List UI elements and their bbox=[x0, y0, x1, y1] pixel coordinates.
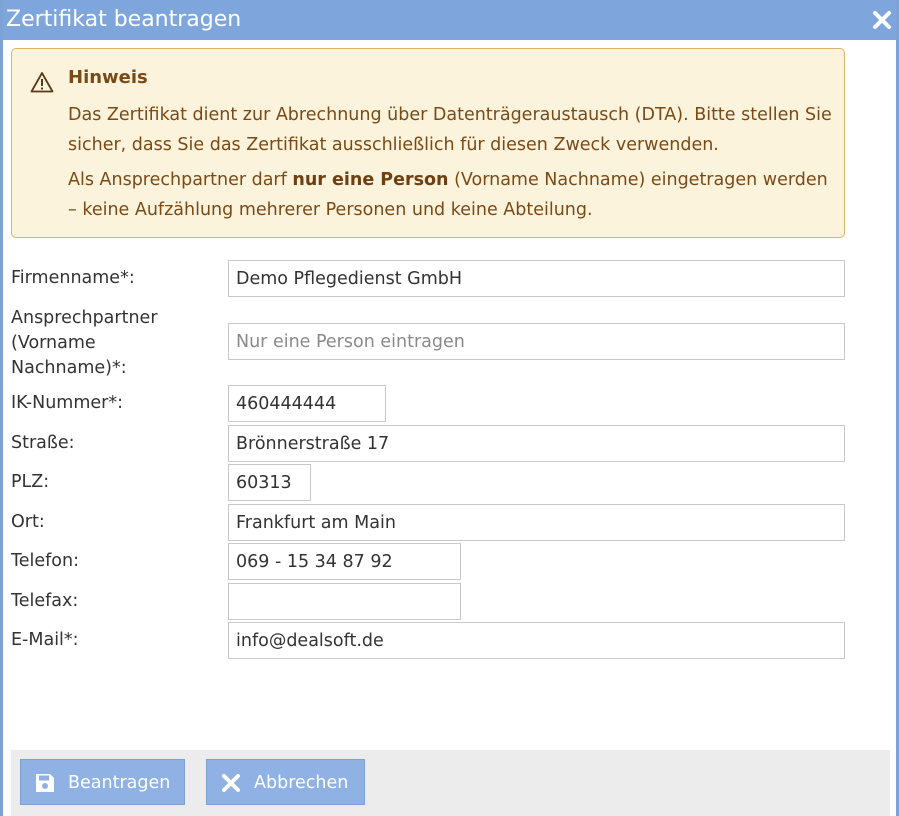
notice-paragraph-1: Das Zertifikat dient zur Abrechnung über… bbox=[68, 105, 832, 155]
ik-nummer-input[interactable] bbox=[228, 385, 386, 422]
plz-label: PLZ: bbox=[11, 472, 50, 492]
notice-text-part: Als Ansprechpartner darf bbox=[68, 170, 293, 190]
ik-nummer-label: IK-Nummer*: bbox=[11, 393, 123, 413]
dialog-footer: Beantragen Abbrechen bbox=[11, 750, 890, 816]
close-icon bbox=[220, 772, 242, 794]
certificate-dialog: Zertifikat beantragen Hinweis Das Zertif… bbox=[0, 0, 899, 816]
ansprechpartner-input[interactable] bbox=[228, 323, 845, 360]
submit-button[interactable]: Beantragen bbox=[20, 759, 185, 805]
notice-body: Das Zertifikat dient zur Abrechnung über… bbox=[68, 101, 838, 231]
telefax-input[interactable] bbox=[228, 583, 461, 620]
notice-heading: Hinweis bbox=[68, 67, 148, 88]
plz-input[interactable] bbox=[228, 464, 311, 501]
firmenname-label: Firmenname*: bbox=[11, 268, 135, 288]
cancel-button[interactable]: Abbrechen bbox=[206, 759, 365, 805]
save-icon bbox=[34, 772, 56, 794]
notice-box: Hinweis Das Zertifikat dient zur Abrechn… bbox=[11, 48, 845, 238]
notice-paragraph-2: Als Ansprechpartner darf nur eine Person… bbox=[68, 166, 838, 225]
firmenname-input[interactable] bbox=[228, 260, 845, 297]
dialog-title: Zertifikat beantragen bbox=[6, 7, 242, 32]
ansprechpartner-label: Ansprechpartner (Vorname Nachname)*: bbox=[11, 308, 158, 378]
telefon-label: Telefon: bbox=[11, 551, 79, 571]
ort-input[interactable] bbox=[228, 504, 845, 541]
warning-icon bbox=[30, 71, 54, 93]
email-label: E-Mail*: bbox=[11, 630, 79, 650]
strasse-input[interactable] bbox=[228, 425, 845, 462]
strasse-label: Straße: bbox=[11, 433, 75, 453]
dialog-titlebar: Zertifikat beantragen bbox=[3, 0, 896, 40]
cancel-label: Abbrechen bbox=[254, 773, 349, 793]
ort-label: Ort: bbox=[11, 512, 45, 532]
close-icon[interactable] bbox=[872, 10, 892, 30]
telefax-label: Telefax: bbox=[11, 591, 79, 611]
notice-emphasis: nur eine Person bbox=[292, 170, 449, 190]
email-input[interactable] bbox=[228, 622, 845, 659]
submit-label: Beantragen bbox=[68, 773, 171, 793]
telefon-input[interactable] bbox=[228, 543, 461, 580]
